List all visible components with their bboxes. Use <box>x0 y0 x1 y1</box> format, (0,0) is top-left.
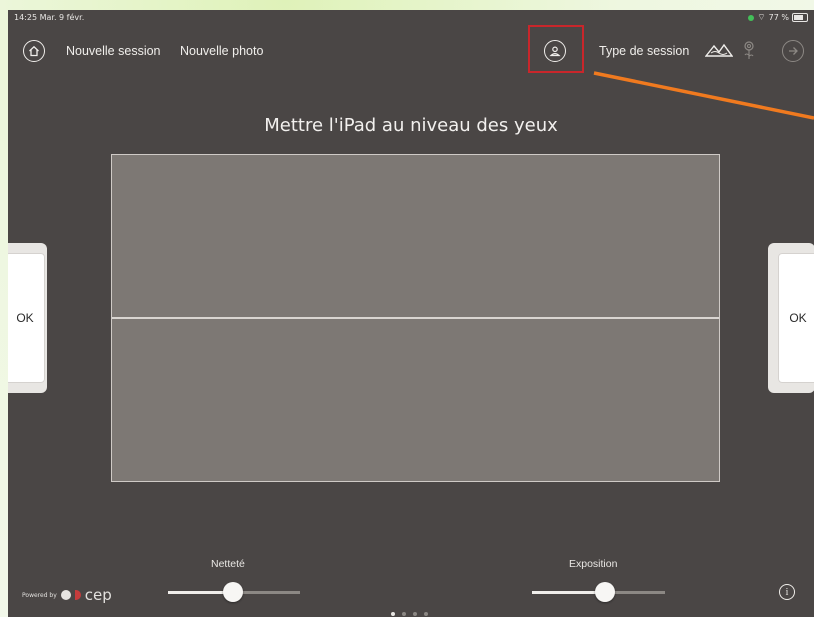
annotation-arrow-line <box>593 71 814 120</box>
annotation-arrow <box>593 71 814 120</box>
